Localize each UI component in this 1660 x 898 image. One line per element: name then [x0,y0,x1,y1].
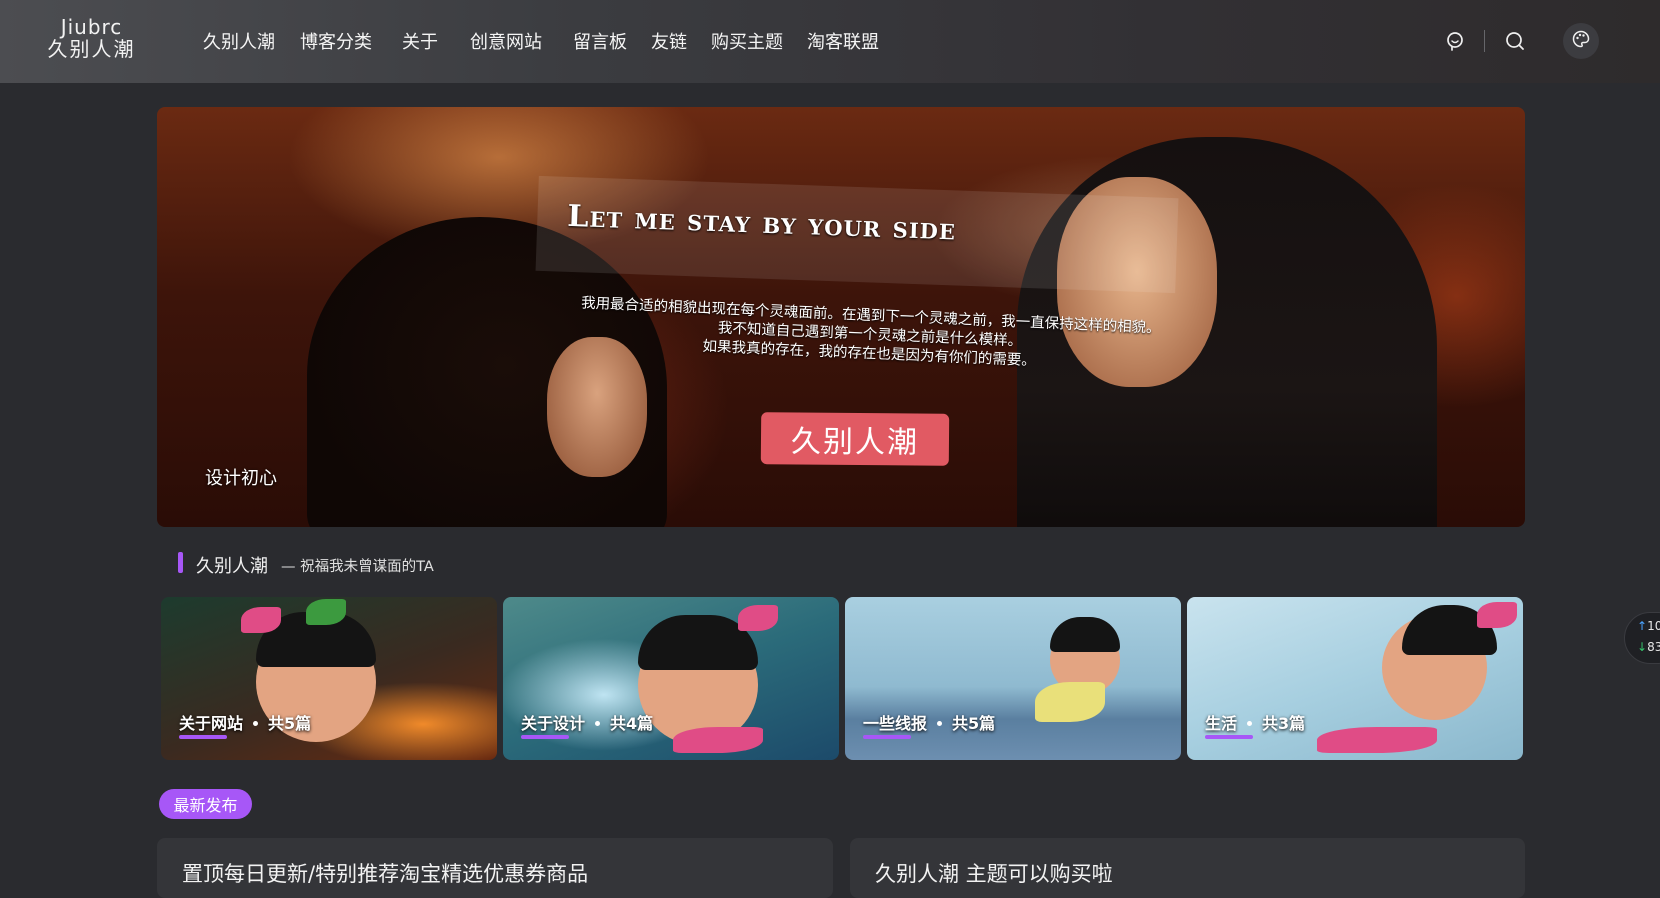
category-name: 关于设计 [521,714,586,733]
category-count: 共4篇 [610,714,654,733]
chat-icon[interactable] [1442,28,1468,54]
palette-icon [1572,30,1590,52]
header-divider [1484,30,1485,52]
category-label: 生活 共3篇 [1205,710,1305,734]
category-count: 共5篇 [952,714,996,733]
category-name: 生活 [1205,714,1238,733]
logo-text-en: Jiubrc [60,15,123,39]
latest-tag: 最新发布 [159,789,252,819]
theme-toggle-button[interactable] [1563,23,1599,59]
site-logo[interactable]: Jiubrc 久别人潮 [44,16,139,60]
float-up-row: ↑10 [1637,619,1660,633]
nav-item-buy-theme[interactable]: 购买主题 [711,28,783,54]
arrow-up-icon: ↑ [1637,619,1648,633]
float-down-row: ↓83 [1637,640,1660,654]
nav-item-home[interactable]: 久别人潮 [203,28,275,54]
category-name: 关于网站 [179,714,244,733]
hero-banner[interactable]: Let me stay by your side 我用最合适的相貌出现在每个灵魂… [157,107,1525,527]
logo-text-cn: 久别人潮 [47,37,136,61]
top-header: Jiubrc 久别人潮 久别人潮 博客分类 关于 创意网站 留言板 友链 购买主… [0,0,1660,83]
category-underline [863,735,911,739]
hero-caption: 设计初心 [205,468,277,489]
category-card-deals[interactable]: 一些线报 共5篇 [845,597,1181,760]
category-card-about-site[interactable]: 关于网站 共5篇 [161,597,497,760]
section-subtitle: — 祝福我未曾谋面的TA [281,559,434,575]
hero-face-woman [547,337,647,477]
category-label: 关于网站 共5篇 [179,710,311,734]
section-title: 久别人潮 [196,556,268,577]
category-label: 关于设计 共4篇 [521,710,653,734]
float-stats-widget[interactable]: ↑10 ↓83 [1624,612,1660,664]
category-underline [179,735,227,739]
category-count: 共5篇 [268,714,312,733]
float-down-value: 83 [1647,640,1660,654]
category-card-about-design[interactable]: 关于设计 共4篇 [503,597,839,760]
nav-item-guestbook[interactable]: 留言板 [573,28,627,54]
section-accent-bar [178,552,183,573]
arrow-down-icon: ↓ [1637,640,1648,654]
nav-item-creative-sites[interactable]: 创意网站 [470,28,542,54]
category-underline [521,735,569,739]
post-card[interactable]: 置顶每日更新/特别推荐淘宝精选优惠券商品 [157,838,833,898]
nav-item-categories[interactable]: 博客分类 [300,28,372,54]
nav-item-about[interactable]: 关于 [402,28,438,54]
category-card-life[interactable]: 生活 共3篇 [1187,597,1523,760]
post-card[interactable]: 久别人潮 主题可以购买啦 [850,838,1525,898]
nav-item-friend-links[interactable]: 友链 [651,28,687,54]
hero-title: Let me stay by your side [566,198,957,248]
float-up-value: 10 [1647,619,1660,633]
search-icon[interactable] [1502,28,1528,54]
category-count: 共3篇 [1262,714,1306,733]
category-underline [1205,735,1253,739]
category-label: 一些线报 共5篇 [863,710,995,734]
hero-badge: 久别人潮 [760,412,950,466]
nav-item-taoke-alliance[interactable]: 淘客联盟 [807,28,879,54]
category-name: 一些线报 [863,714,928,733]
